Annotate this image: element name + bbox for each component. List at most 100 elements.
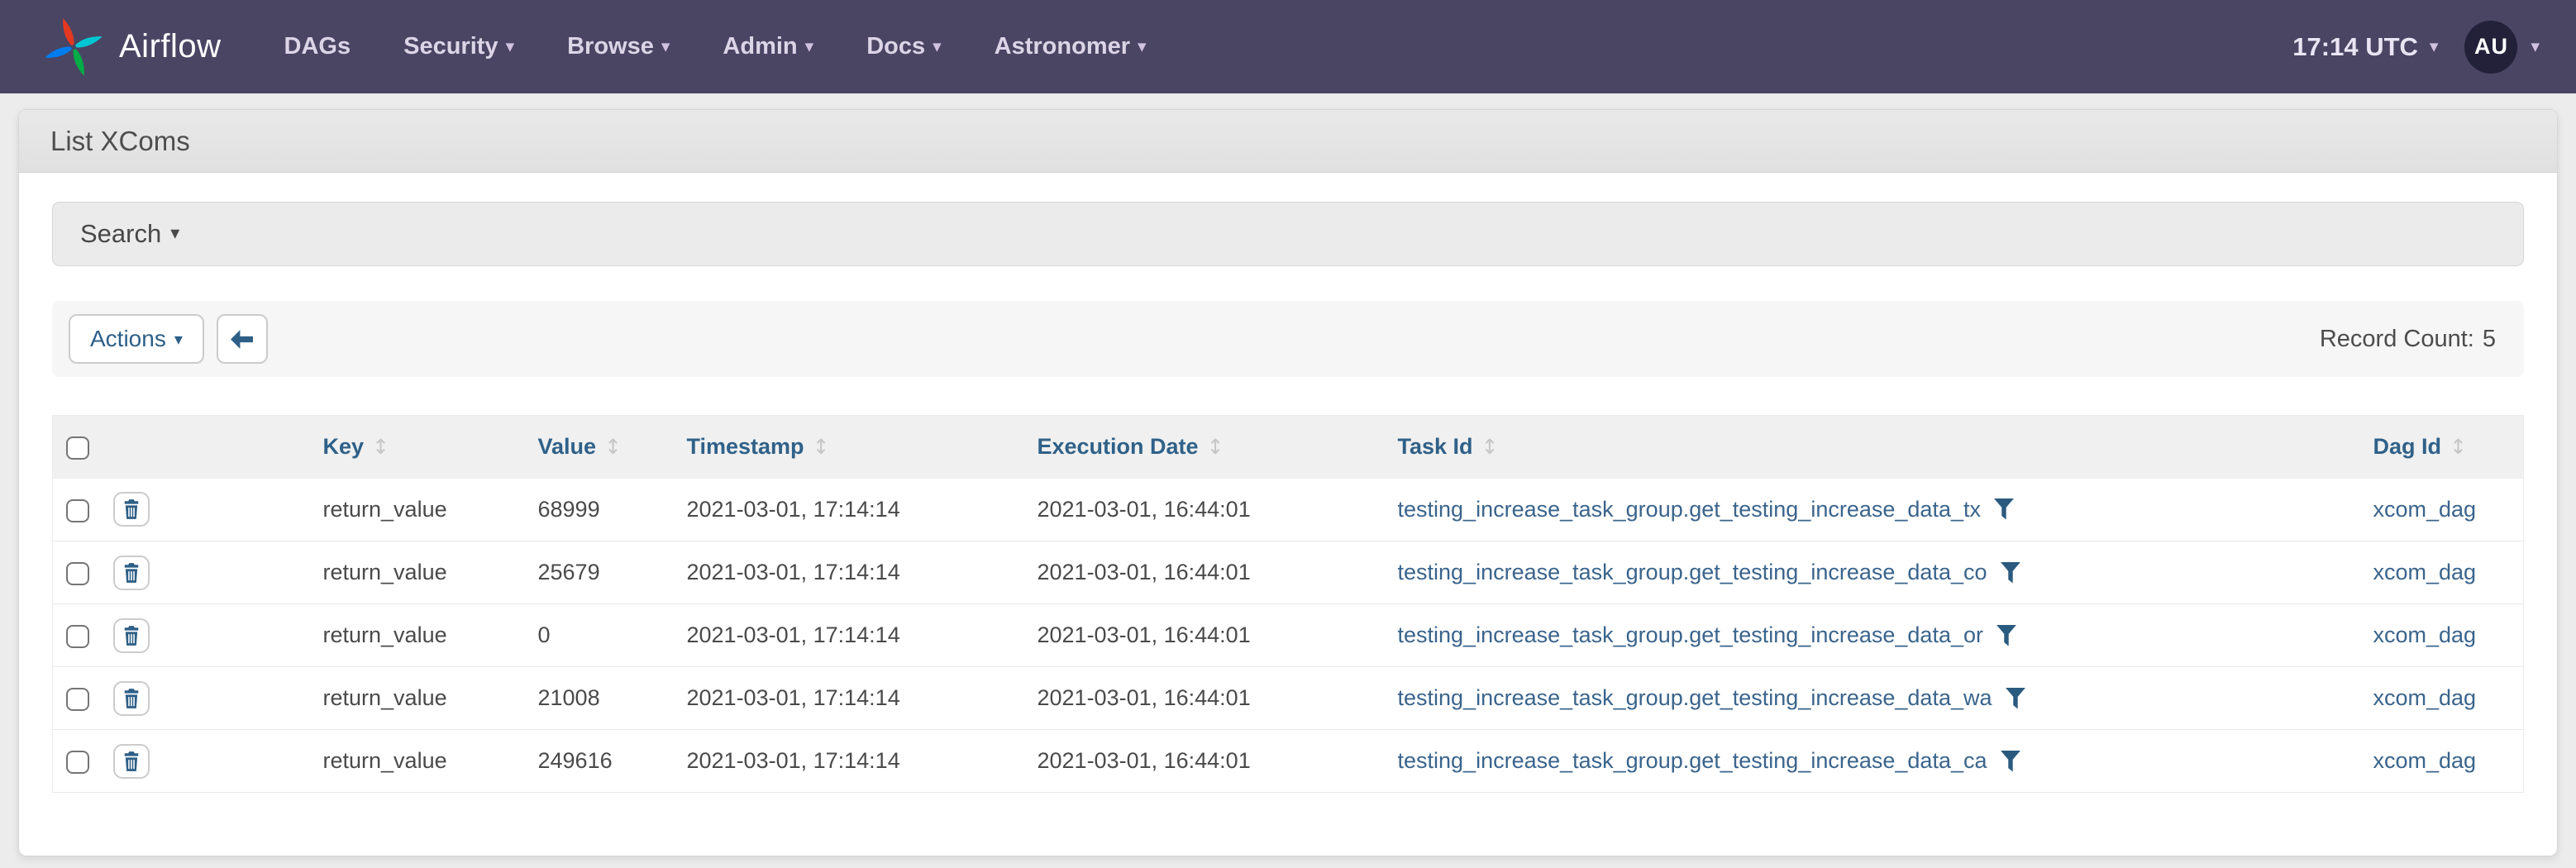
delete-row-button[interactable]: [113, 556, 150, 590]
nav-item-browse[interactable]: Browse ▾: [567, 35, 670, 59]
row-checkbox[interactable]: [66, 751, 89, 774]
airflow-list-xcoms-page: { "navbar": { "brand": "Airflow", "items…: [0, 0, 2576, 868]
nav-item-admin[interactable]: Admin ▾: [723, 35, 813, 59]
cell-timestamp: 2021-03-01, 17:14:14: [687, 541, 1038, 604]
chevron-down-icon: ▾: [506, 38, 515, 55]
row-checkbox[interactable]: [66, 688, 89, 711]
table-row: return_value 249616 2021-03-01, 17:14:14…: [53, 730, 2524, 793]
task-id-link[interactable]: testing_increase_task_group.get_testing_…: [1398, 497, 1981, 522]
cell-key: return_value: [323, 479, 538, 541]
user-menu[interactable]: AU ▾: [2464, 21, 2540, 74]
delete-row-button[interactable]: [113, 492, 150, 527]
record-count-value: 5: [2483, 326, 2496, 352]
sort-dag-id-link[interactable]: Dag Id: [2373, 434, 2442, 459]
column-header-dag-id: Dag Id ↕: [2373, 416, 2524, 479]
list-xcoms-panel: List XComs Search ▾ Actions ▾ Record Cou…: [18, 109, 2558, 856]
chevron-down-icon: ▾: [170, 225, 179, 243]
cell-key: return_value: [323, 730, 538, 793]
chevron-down-icon: ▾: [805, 38, 814, 55]
nav-item-label: Docs: [866, 35, 925, 59]
dag-id-link[interactable]: xcom_dag: [2373, 685, 2477, 710]
dag-id-link[interactable]: xcom_dag: [2373, 748, 2477, 773]
actions-toolbar: Actions ▾ Record Count:5: [52, 301, 2524, 377]
task-id-link[interactable]: testing_increase_task_group.get_testing_…: [1398, 560, 1987, 585]
chevron-down-icon: ▾: [1138, 38, 1147, 55]
dag-id-link[interactable]: xcom_dag: [2373, 560, 2477, 584]
cell-timestamp: 2021-03-01, 17:14:14: [687, 479, 1038, 541]
column-header-value: Value ↕: [538, 416, 687, 479]
cell-key: return_value: [323, 604, 538, 667]
filter-icon[interactable]: [2001, 562, 2020, 584]
delete-row-button[interactable]: [113, 744, 150, 779]
nav-item-label: Admin: [723, 35, 797, 59]
search-toggle[interactable]: Search ▾: [52, 202, 2524, 266]
chevron-down-icon: ▾: [174, 331, 183, 347]
panel-body: Search ▾ Actions ▾ Record Count:5: [19, 202, 2557, 793]
dag-id-link[interactable]: xcom_dag: [2373, 497, 2477, 522]
dag-id-link[interactable]: xcom_dag: [2373, 622, 2477, 647]
filter-icon[interactable]: [2001, 751, 2020, 772]
filter-icon[interactable]: [1994, 498, 2014, 520]
sort-timestamp-link[interactable]: Timestamp: [687, 434, 804, 459]
user-avatar: AU: [2464, 21, 2517, 74]
table-row: return_value 68999 2021-03-01, 17:14:14 …: [53, 479, 2524, 541]
delete-row-button[interactable]: [113, 618, 150, 653]
back-button[interactable]: [217, 314, 268, 364]
cell-value: 0: [538, 604, 687, 667]
nav-item-astronomer[interactable]: Astronomer ▾: [995, 35, 1147, 59]
task-id-link[interactable]: testing_increase_task_group.get_testing_…: [1398, 622, 1984, 648]
filter-icon[interactable]: [2006, 688, 2025, 709]
clock-dropdown[interactable]: 17:14 UTC ▾: [2292, 32, 2438, 62]
top-navbar: Airflow DAGs Security ▾ Browse ▾ Admin ▾…: [0, 0, 2576, 93]
row-checkbox[interactable]: [66, 499, 89, 522]
sort-icon: ↕: [2450, 435, 2467, 459]
filter-icon[interactable]: [1996, 625, 2016, 646]
cell-execution-date: 2021-03-01, 16:44:01: [1038, 730, 1398, 793]
table-body: return_value 68999 2021-03-01, 17:14:14 …: [53, 479, 2524, 793]
row-checkbox[interactable]: [66, 562, 89, 585]
cell-value: 25679: [538, 541, 687, 604]
cell-key: return_value: [323, 541, 538, 604]
cell-execution-date: 2021-03-01, 16:44:01: [1038, 479, 1398, 541]
trash-icon: [122, 751, 141, 772]
select-all-checkbox[interactable]: [66, 436, 89, 460]
sort-icon: ↕: [1481, 435, 1499, 459]
actions-label: Actions: [90, 326, 166, 352]
column-header-execution-date: Execution Date↕: [1038, 416, 1398, 479]
sort-icon: ↕: [604, 435, 622, 459]
table-header-row: Key↕ Value↕ Timestamp↕ Execution Date↕ T…: [53, 416, 2524, 479]
cell-value: 68999: [538, 479, 687, 541]
trash-icon: [122, 498, 141, 520]
sort-icon: ↕: [372, 435, 389, 459]
delete-row-button[interactable]: [113, 681, 150, 716]
nav-item-docs[interactable]: Docs ▾: [866, 35, 941, 59]
column-header-task-id: Task Id ↕: [1398, 416, 2373, 479]
sort-value-link[interactable]: Value: [538, 434, 597, 459]
table-row: return_value 25679 2021-03-01, 17:14:14 …: [53, 541, 2524, 604]
cell-execution-date: 2021-03-01, 16:44:01: [1038, 667, 1398, 730]
row-checkbox[interactable]: [66, 625, 89, 648]
cell-key: return_value: [323, 667, 538, 730]
actions-dropdown-button[interactable]: Actions ▾: [69, 314, 204, 364]
column-header-timestamp: Timestamp↕: [687, 416, 1038, 479]
task-id-link[interactable]: testing_increase_task_group.get_testing_…: [1398, 748, 1987, 774]
chevron-down-icon: ▾: [661, 38, 670, 55]
sort-task-id-link[interactable]: Task Id: [1398, 434, 1473, 459]
table-row: return_value 21008 2021-03-01, 17:14:14 …: [53, 667, 2524, 730]
nav-item-dags[interactable]: DAGs: [284, 35, 351, 59]
task-id-link[interactable]: testing_increase_task_group.get_testing_…: [1398, 685, 1992, 711]
nav-item-label: Astronomer: [995, 35, 1130, 59]
trash-icon: [122, 562, 141, 584]
arrow-left-icon: [231, 330, 253, 349]
nav-item-label: DAGs: [284, 35, 351, 59]
sort-execution-date-link[interactable]: Execution Date: [1038, 434, 1199, 459]
cell-timestamp: 2021-03-01, 17:14:14: [687, 730, 1038, 793]
nav-item-security[interactable]: Security ▾: [403, 35, 514, 59]
cell-execution-date: 2021-03-01, 16:44:01: [1038, 604, 1398, 667]
chevron-down-icon: ▾: [2430, 38, 2439, 55]
sort-key-link[interactable]: Key: [323, 434, 365, 459]
row-actions-header: [103, 416, 323, 479]
nav-menu: DAGs Security ▾ Browse ▾ Admin ▾ Docs ▾ …: [284, 35, 1147, 59]
airflow-brand[interactable]: Airflow: [43, 17, 222, 78]
navbar-right-section: 17:14 UTC ▾ AU ▾: [2292, 21, 2540, 74]
